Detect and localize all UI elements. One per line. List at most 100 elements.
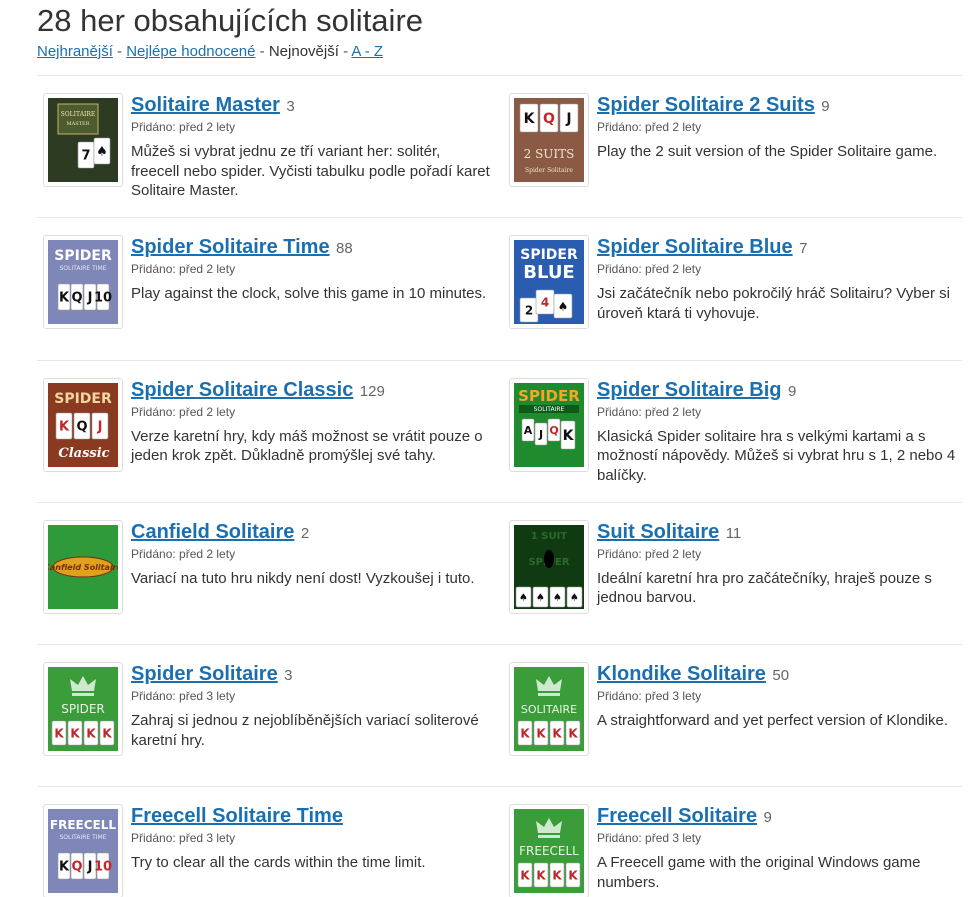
game-title-link[interactable]: Klondike Solitaire <box>597 663 766 685</box>
thumb-text: SOLITAIRE <box>521 703 577 716</box>
game-title-line: Spider Solitaire 3 <box>131 662 491 688</box>
game-info: Klondike Solitaire 50 Přidáno: před 3 le… <box>597 662 957 786</box>
game-added-date: Přidáno: před 2 lety <box>131 120 236 134</box>
svg-text:K: K <box>59 419 70 434</box>
game-thumbnail-link[interactable]: K Q J 2 SUITS Spider Solitaire <box>509 93 589 187</box>
game-info: Spider Solitaire Blue 7 Přidáno: před 2 … <box>597 235 957 359</box>
game-rating-count: 2 <box>300 524 310 542</box>
sort-most-played-link[interactable]: Nejhranější <box>37 43 113 60</box>
game-title-line: Spider Solitaire Classic 129 <box>131 378 491 404</box>
game-title-link[interactable]: Suit Solitaire <box>597 521 719 543</box>
game-title-line: Spider Solitaire Time 88 <box>131 235 491 261</box>
game-thumbnail-link[interactable]: SPIDER SOLITAIRE TIME K Q J 10 <box>43 235 123 330</box>
svg-text:10: 10 <box>94 291 112 306</box>
game-thumbnail-link[interactable]: 1 SUIT SPIDER ♠ ♠ ♠ ♠ <box>509 519 589 614</box>
thumb-text: SPIDER <box>54 391 112 407</box>
game-description: Play the 2 suit version of the Spider So… <box>597 143 938 160</box>
game-title-link[interactable]: Spider Solitaire 2 Suits <box>597 94 815 116</box>
svg-text:♠: ♠ <box>536 592 545 603</box>
svg-text:Classic: Classic <box>58 446 109 461</box>
game-title-link[interactable]: Freecell Solitaire Time <box>131 805 343 827</box>
game-thumbnail-link[interactable]: SOLITAIRE K K K K <box>509 662 589 757</box>
solitaire-master-thumbnail-art: SOLITAIRE MASTER 7 ♠ <box>48 98 118 182</box>
thumb-text: Classic <box>58 446 109 461</box>
svg-text:K: K <box>54 727 64 741</box>
svg-text:SOLITAIRE TIME: SOLITAIRE TIME <box>60 265 107 272</box>
spider-2-suits-thumbnail: K Q J 2 SUITS Spider Solitaire <box>514 98 584 182</box>
game-thumbnail-link[interactable]: SPIDER K Q J Classic <box>43 377 123 472</box>
game-thumbnail-link[interactable]: FREECELL K K K K <box>509 804 589 897</box>
game-title-link[interactable]: Spider Solitaire Blue <box>597 236 793 258</box>
svg-text:Q: Q <box>549 424 558 437</box>
game-title-link[interactable]: Spider Solitaire Big <box>597 379 781 401</box>
game-title-line: Spider Solitaire Blue 7 <box>597 235 957 261</box>
svg-text:K: K <box>524 111 536 127</box>
game-thumbnail-link[interactable]: Canfield Solitaire <box>43 519 123 614</box>
thumb-text: FREECELL <box>519 844 579 858</box>
thumb-text: BLUE <box>523 262 574 283</box>
svg-text:K: K <box>102 727 112 741</box>
thumb-text: 1 SUIT <box>531 531 567 542</box>
svg-text:Q: Q <box>543 111 555 127</box>
svg-text:J: J <box>97 419 103 434</box>
game-title-link[interactable]: Canfield Solitaire <box>131 521 294 543</box>
svg-text:Q: Q <box>71 860 82 875</box>
svg-text:Canfield Solitaire: Canfield Solitaire <box>48 563 118 572</box>
spider-2-suits-thumbnail-art: K Q J 2 SUITS Spider Solitaire <box>514 98 584 182</box>
game-description: A Freecell game with the original Window… <box>597 854 921 891</box>
game-info: Freecell Solitaire Time Přidáno: před 3 … <box>131 804 491 897</box>
spider-classic-thumbnail: SPIDER K Q J Classic <box>48 382 118 467</box>
game-thumbnail-link[interactable]: SPIDER K K K K <box>43 662 123 757</box>
canfield-thumbnail: Canfield Solitaire <box>48 524 118 609</box>
game-description: Jsi začátečník nebo pokročilý hráč Solit… <box>597 285 950 322</box>
svg-text:K: K <box>568 869 578 883</box>
freecell-time-thumbnail: FREECELL SOLITAIRE TIME K Q J 10 <box>48 809 118 894</box>
game-description: Try to clear all the cards within the ti… <box>131 854 426 872</box>
game-info: Spider Solitaire Time 88 Přidáno: před 2… <box>131 235 491 359</box>
sort-top-rated-link[interactable]: Nejlépe hodnocené <box>126 43 255 60</box>
svg-text:K: K <box>536 869 546 883</box>
game-title-line: Freecell Solitaire Time <box>131 804 491 830</box>
game-thumbnail-link[interactable]: FREECELL SOLITAIRE TIME K Q J 10 <box>43 804 123 897</box>
game-title-link[interactable]: Spider Solitaire Time <box>131 236 330 258</box>
game-added-date: Přidáno: před 3 lety <box>131 831 236 846</box>
game-card: FREECELL SOLITAIRE TIME K Q J 10 Freecel… <box>37 786 503 897</box>
game-thumbnail-link[interactable]: SOLITAIRE MASTER 7 ♠ <box>43 93 123 187</box>
svg-text:FREECELL: FREECELL <box>50 818 116 832</box>
page-title: 28 her obsahujících solitaire <box>37 3 424 38</box>
thumb-text: SOLITAIRE TIME <box>60 834 107 841</box>
game-thumbnail-link[interactable]: SPIDER SOLITAIRE A J Q K <box>509 377 589 472</box>
thumb-text: SOLITAIRE TIME <box>60 265 107 272</box>
game-card: SOLITAIRE MASTER 7 ♠ Solitaire Master 3 … <box>37 75 503 217</box>
game-added-date: Přidáno: před 3 lety <box>131 689 236 704</box>
svg-text:FREECELL: FREECELL <box>519 844 579 858</box>
svg-text:Q: Q <box>71 291 82 306</box>
game-card: SPIDER BLUE 2 4 ♠ Spider Solitaire Blue … <box>503 217 962 359</box>
game-rating-count: 88 <box>336 240 353 258</box>
svg-text:♠: ♠ <box>553 592 562 603</box>
game-title-link[interactable]: Spider Solitaire Classic <box>131 379 353 401</box>
game-added-date: Přidáno: před 2 lety <box>131 546 236 561</box>
svg-text:SPIDER: SPIDER <box>518 387 580 405</box>
sort-a-z-link[interactable]: A - Z <box>351 43 383 60</box>
game-title-link[interactable]: Freecell Solitaire <box>597 805 757 827</box>
svg-text:J: J <box>565 111 571 127</box>
game-card: 1 SUIT SPIDER ♠ ♠ ♠ ♠ Suit Solitaire 11 … <box>503 501 962 644</box>
spider-blue-thumbnail: SPIDER BLUE 2 4 ♠ <box>514 240 584 325</box>
game-description: Play against the clock, solve this game … <box>131 285 487 303</box>
freecell-crown-thumbnail-art: FREECELL K K K K <box>514 809 584 894</box>
game-title-link[interactable]: Spider Solitaire <box>131 663 278 685</box>
spider-crown-thumbnail: SPIDER K K K K <box>48 667 118 752</box>
spider-time-thumbnail-art: SPIDER SOLITAIRE TIME K Q J 10 <box>48 240 118 325</box>
game-title-link[interactable]: Solitaire Master <box>131 94 280 116</box>
game-thumbnail-link[interactable]: SPIDER BLUE 2 4 ♠ <box>509 235 589 330</box>
svg-text:10: 10 <box>94 860 112 875</box>
svg-text:K: K <box>59 291 70 306</box>
thumb-text: SPIDER <box>54 248 112 264</box>
sort-bar: Nejhranější - Nejlépe hodnocené - Nejnov… <box>37 43 383 61</box>
game-card: Canfield Solitaire Canfield Solitaire 2 … <box>37 501 503 644</box>
game-added-date: Přidáno: před 2 lety <box>131 262 236 277</box>
game-rating-count: 50 <box>772 667 790 685</box>
game-rating-count: 129 <box>359 382 385 400</box>
game-rating-count: 11 <box>725 524 742 542</box>
